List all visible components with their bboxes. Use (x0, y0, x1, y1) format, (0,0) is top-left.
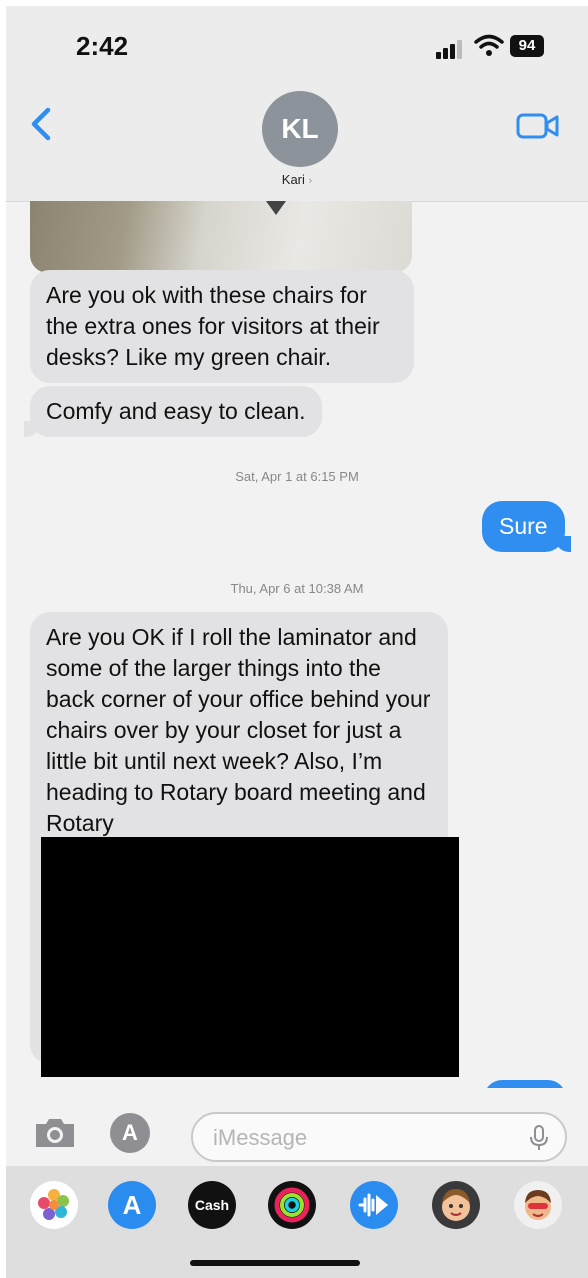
cellular-signal-icon (436, 39, 466, 59)
conversation-header: 2:42 94 KL Kari › (6, 6, 588, 202)
facetime-video-icon[interactable] (516, 110, 560, 142)
activity-rings-icon (274, 1187, 310, 1223)
photos-flower-icon (38, 1189, 69, 1220)
activity-icon[interactable] (268, 1181, 316, 1229)
contact-name: Kari (281, 172, 305, 187)
photos-app-icon[interactable] (30, 1181, 78, 1229)
timestamp: Thu, Apr 6 at 10:38 AM (230, 581, 364, 596)
message-bubble-incoming[interactable]: Are you ok with these chairs for the ext… (30, 270, 414, 383)
image-attachment[interactable] (30, 201, 412, 273)
memoji-stickers-icon[interactable] (514, 1181, 562, 1229)
imessage-text-field[interactable] (211, 1122, 515, 1154)
home-indicator[interactable] (190, 1260, 360, 1266)
status-bar: 2:42 94 (6, 6, 588, 86)
contact-chevron-icon: › (308, 175, 313, 187)
messages-screen: 2:42 94 KL Kari › Are you ok with these … (6, 6, 588, 1278)
message-bubble-incoming[interactable]: Comfy and easy to clean. (24, 386, 322, 437)
microphone-icon[interactable] (529, 1124, 549, 1152)
status-time: 2:42 (76, 31, 129, 61)
app-store-drawer-icon[interactable]: A (110, 1113, 150, 1153)
audio-message-icon[interactable] (350, 1181, 398, 1229)
waveform-icon (358, 1193, 388, 1217)
app-store-icon[interactable]: A (108, 1181, 156, 1229)
apple-cash-icon[interactable]: Cash (188, 1181, 236, 1229)
camera-icon[interactable] (32, 1116, 78, 1150)
memoji-sticker-icon (525, 1190, 551, 1220)
back-chevron-icon[interactable] (26, 104, 56, 144)
redaction-box (41, 837, 459, 1077)
imessage-input[interactable] (191, 1112, 567, 1162)
contact-name-row[interactable]: Kari › (6, 172, 588, 187)
memoji-icon[interactable] (432, 1181, 480, 1229)
timestamp: Sat, Apr 1 at 6:15 PM (235, 469, 359, 484)
message-composer: A (6, 1088, 588, 1173)
contact-avatar[interactable]: KL (262, 91, 338, 167)
wifi-icon (474, 34, 504, 56)
message-bubble-outgoing[interactable]: Sure (482, 501, 571, 552)
memoji-face-icon (442, 1189, 470, 1221)
battery-icon: 94 (510, 35, 544, 57)
